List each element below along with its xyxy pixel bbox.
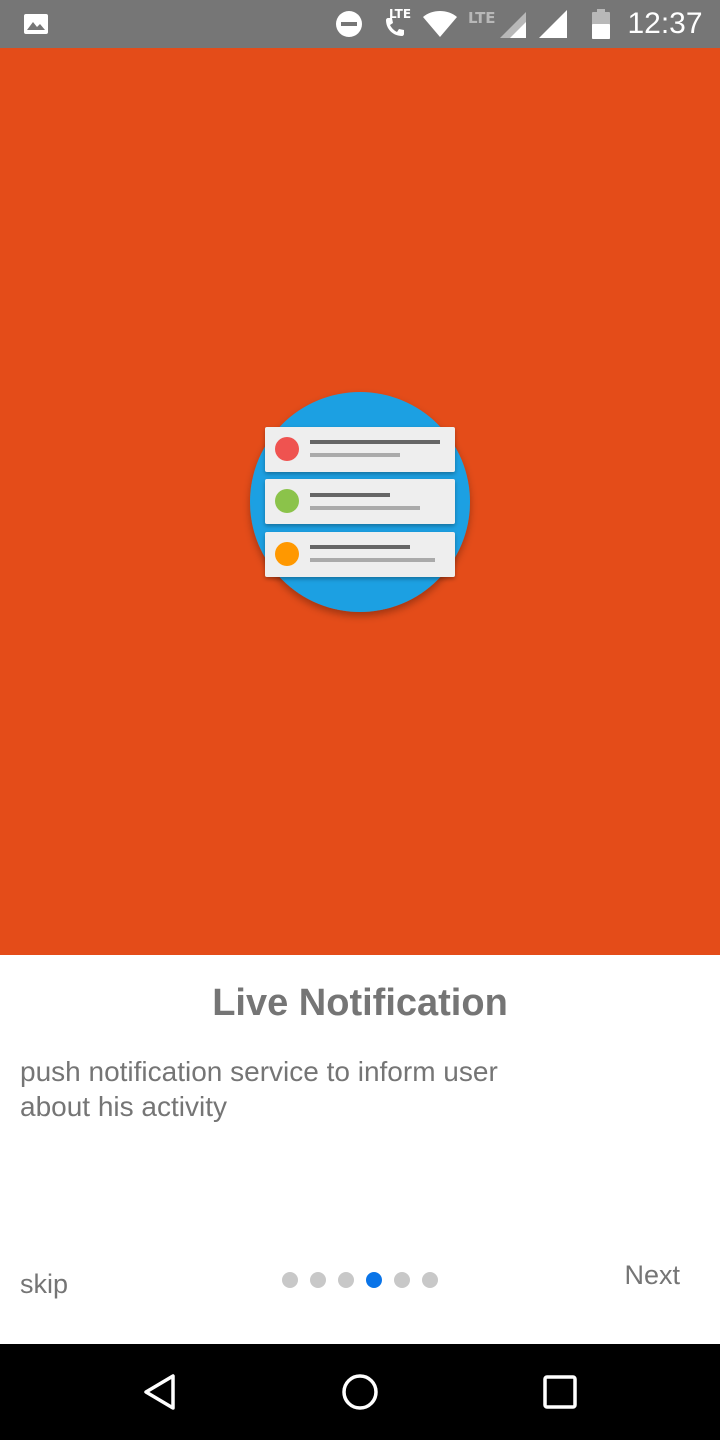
back-icon[interactable] — [130, 1362, 190, 1422]
slide-content: Live Notification push notification serv… — [0, 955, 720, 1344]
home-icon[interactable] — [330, 1362, 390, 1422]
slide-title: Live Notification — [212, 982, 508, 1024]
battery-icon — [590, 0, 612, 48]
lte-signal-label: LTE — [468, 9, 496, 27]
notification-list-icon — [240, 384, 480, 624]
page-dot[interactable] — [282, 1272, 298, 1288]
slide-description: push notification service to inform user… — [20, 1056, 498, 1122]
next-button[interactable]: Next — [624, 1260, 680, 1291]
image-icon — [22, 0, 50, 48]
hero-banner — [0, 48, 720, 955]
status-bar: LTE LTE 12:37 — [0, 0, 720, 48]
page-dot[interactable] — [366, 1272, 382, 1288]
page-dot[interactable] — [310, 1272, 326, 1288]
page-dot[interactable] — [422, 1272, 438, 1288]
wifi-icon — [420, 0, 460, 48]
navigation-bar — [0, 1344, 720, 1440]
page-indicator — [282, 1272, 438, 1288]
do-not-disturb-icon — [334, 0, 364, 48]
skip-button[interactable]: skip — [20, 1269, 68, 1300]
lte-call-label: LTE — [389, 7, 412, 21]
signal-icon — [538, 0, 568, 48]
page-dot[interactable] — [394, 1272, 410, 1288]
signal-icon: LTE — [466, 0, 530, 48]
clock: 12:37 — [627, 7, 703, 40]
volte-call-icon: LTE — [375, 0, 415, 48]
page-dot[interactable] — [338, 1272, 354, 1288]
recents-icon[interactable] — [530, 1362, 590, 1422]
